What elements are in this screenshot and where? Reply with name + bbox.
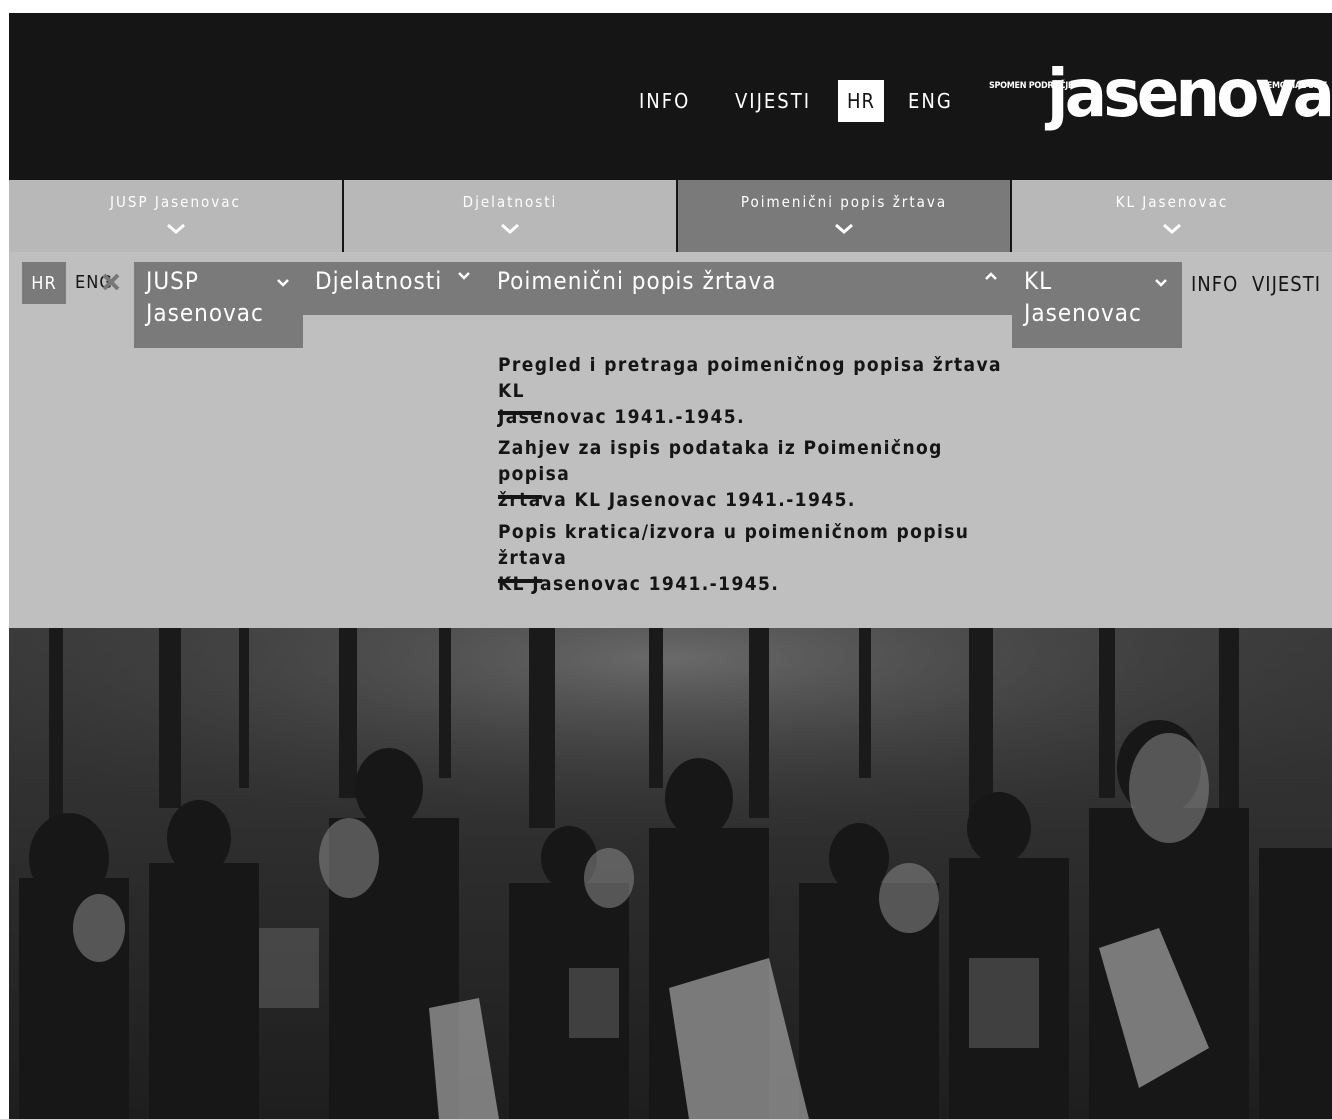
menu-item-djelatnosti[interactable]: Djelatnosti bbox=[315, 265, 442, 297]
close-icon[interactable] bbox=[101, 272, 121, 292]
top-nav: INFO VIJESTI HR ENG bbox=[9, 80, 989, 122]
menu-jusp-line2: Jasenovac bbox=[146, 299, 264, 327]
sublink-popis-kratica[interactable]: Popis kratica/izvora u poimeničnom popis… bbox=[498, 519, 1018, 597]
sublink-line: Zahjev za ispis podataka iz Poimeničnog … bbox=[498, 437, 943, 485]
nav-info-link[interactable]: INFO bbox=[639, 89, 690, 113]
sublink-line: Pregled i pretraga poimeničnog popisa žr… bbox=[498, 354, 1002, 402]
chevron-down-icon bbox=[835, 224, 853, 234]
chevron-down-icon bbox=[1163, 224, 1181, 234]
sublink-pregled[interactable]: Pregled i pretraga poimeničnog popisa žr… bbox=[498, 352, 1018, 430]
menu-kl-line1: KL bbox=[1024, 267, 1053, 295]
dropdown-lang-hr[interactable]: HR bbox=[22, 262, 66, 304]
sublink-line: Jasenovac 1941.-1945. bbox=[498, 406, 745, 428]
chevron-down-icon bbox=[166, 224, 185, 234]
link-underline bbox=[498, 411, 542, 415]
menu-item-kl[interactable]: KL Jasenovac bbox=[1012, 262, 1182, 348]
chevron-down-icon bbox=[501, 224, 519, 234]
nav-news-link[interactable]: VIJESTI bbox=[735, 89, 811, 113]
dropdown-news-link[interactable]: VIJESTI bbox=[1252, 272, 1321, 296]
site-header: INFO VIJESTI HR ENG SPOMEN PODRUČJE jase… bbox=[9, 13, 1332, 180]
dropdown-panel: HR ENG JUSP Jasenovac Djelatnosti Poimen… bbox=[9, 252, 1332, 628]
tab-label: JUSP Jasenovac bbox=[110, 193, 241, 211]
chevron-down-icon bbox=[1155, 279, 1167, 287]
tab-label: Poimenični popis žrtava bbox=[740, 193, 948, 211]
tab-poimenicni[interactable]: Poimenični popis žrtava bbox=[678, 180, 1012, 252]
page-frame: INFO VIJESTI HR ENG SPOMEN PODRUČJE jase… bbox=[9, 13, 1332, 1119]
main-tabs: JUSP Jasenovac Djelatnosti Poimenični po… bbox=[9, 180, 1332, 252]
menu-item-poimenicni[interactable]: Poimenični popis žrtava bbox=[497, 265, 776, 297]
link-underline bbox=[498, 495, 542, 499]
lang-eng-button[interactable]: ENG bbox=[908, 89, 953, 113]
historical-photo-image bbox=[9, 628, 1332, 1119]
lang-hr-button[interactable]: HR bbox=[838, 80, 884, 122]
tab-label: KL Jasenovac bbox=[1115, 193, 1229, 211]
menu-jusp-line1: JUSP bbox=[146, 267, 199, 295]
chevron-down-icon bbox=[277, 279, 289, 287]
sublink-line: KL Jasenovac 1941.-1945. bbox=[498, 573, 780, 595]
menu-kl-line2: Jasenovac bbox=[1024, 299, 1142, 327]
tab-label: Djelatnosti bbox=[462, 193, 558, 211]
link-underline bbox=[498, 579, 542, 583]
logo-right-text: MEMORIAL SITE bbox=[1259, 81, 1328, 91]
chevron-up-icon[interactable] bbox=[985, 272, 997, 280]
tab-jusp[interactable]: JUSP Jasenovac bbox=[9, 180, 344, 252]
tab-djelatnosti[interactable]: Djelatnosti bbox=[344, 180, 678, 252]
sublink-line: žrtava KL Jasenovac 1941.-1945. bbox=[498, 489, 856, 511]
dropdown-info-link[interactable]: INFO bbox=[1191, 272, 1238, 296]
sublink-line: Popis kratica/izvora u poimeničnom popis… bbox=[498, 521, 970, 569]
chevron-down-icon[interactable] bbox=[458, 272, 470, 280]
hero-photo bbox=[9, 628, 1332, 1119]
logo-main-text: jasenovac bbox=[1047, 55, 1332, 132]
menu-item-jusp[interactable]: JUSP Jasenovac bbox=[134, 262, 303, 348]
tab-kl[interactable]: KL Jasenovac bbox=[1012, 180, 1332, 252]
sublink-zahtjev[interactable]: Zahjev za ispis podataka iz Poimeničnog … bbox=[498, 435, 1018, 513]
site-logo[interactable]: SPOMEN PODRUČJE jasenovac MEMORIAL SITE bbox=[989, 55, 1332, 139]
